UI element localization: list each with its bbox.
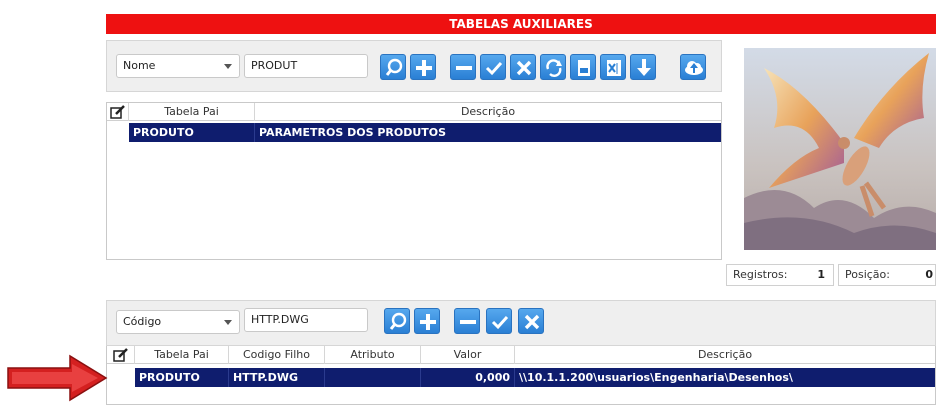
top-search-input[interactable]: PRODUT: [244, 54, 368, 78]
bottom-data-grid: Tabela Pai Codigo Filho Atributo Valor D…: [106, 346, 936, 405]
top-excel-button[interactable]: [600, 54, 626, 80]
column-header-descricao[interactable]: Descrição: [255, 103, 721, 121]
winged-figure-image: [744, 48, 936, 250]
column-header-descricao[interactable]: Descrição: [515, 346, 935, 364]
registros-value: 1: [817, 268, 825, 281]
cell-codigo-filho: HTTP.DWG: [229, 368, 325, 387]
chevron-down-icon: [224, 64, 232, 69]
search-icon: [385, 58, 403, 76]
registros-label: Registros:: [733, 268, 788, 281]
top-remove-button[interactable]: [450, 54, 476, 80]
search-icon: [389, 312, 407, 330]
column-header-tabela-pai[interactable]: Tabela Pai: [129, 103, 255, 121]
bottom-cancel-button[interactable]: [518, 308, 544, 334]
minus-icon: [460, 320, 476, 324]
top-add-button[interactable]: [410, 54, 436, 80]
bottom-filter-select[interactable]: Código: [116, 310, 240, 334]
excel-icon: [607, 60, 621, 76]
bottom-grid-header: Tabela Pai Codigo Filho Atributo Valor D…: [107, 346, 935, 364]
cell-tabela-pai: PRODUTO: [129, 123, 255, 142]
top-filter-select[interactable]: Nome: [116, 54, 240, 78]
top-pdf-button[interactable]: [570, 54, 596, 80]
top-upload-button[interactable]: [680, 54, 706, 80]
close-icon: [524, 314, 540, 330]
cell-atributo: [325, 368, 421, 387]
top-search-button[interactable]: [380, 54, 406, 80]
table-row[interactable]: PRODUTO HTTP.DWG 0,000 \\10.1.1.200\usua…: [135, 368, 935, 387]
product-image: [744, 48, 936, 250]
close-icon: [516, 60, 532, 76]
table-row[interactable]: PRODUTO PARAMETROS DOS PRODUTOS: [129, 123, 721, 142]
edit-column-header[interactable]: [107, 346, 135, 364]
bottom-search-button[interactable]: [384, 308, 410, 334]
bottom-remove-button[interactable]: [454, 308, 480, 334]
cell-tabela-pai: PRODUTO: [135, 368, 229, 387]
cell-valor: 0,000: [421, 368, 515, 387]
refresh-icon: [546, 59, 562, 77]
plus-icon: [420, 314, 436, 330]
top-grid-header: Tabela Pai Descrição: [107, 103, 721, 121]
minus-icon: [456, 66, 472, 70]
check-icon: [491, 315, 509, 330]
top-data-grid: Tabela Pai Descrição PRODUTO PARAMETROS …: [106, 102, 722, 260]
pdf-icon: [578, 60, 590, 76]
posicao-label: Posição:: [845, 268, 890, 281]
top-download-button[interactable]: [630, 54, 656, 80]
check-icon: [485, 61, 503, 76]
upload-cloud-icon: [685, 61, 703, 75]
page-title: TABELAS AUXILIARES: [106, 14, 936, 34]
top-filter-select-value: Nome: [123, 59, 156, 72]
column-header-codigo-filho[interactable]: Codigo Filho: [229, 346, 325, 364]
cell-descricao: PARAMETROS DOS PRODUTOS: [259, 126, 447, 139]
bottom-search-input[interactable]: HTTP.DWG: [244, 308, 368, 332]
bottom-confirm-button[interactable]: [486, 308, 512, 334]
status-posicao: Posição: 0: [838, 264, 936, 286]
edit-icon: [109, 105, 125, 119]
red-arrow-annotation: [7, 354, 108, 402]
plus-icon: [416, 60, 432, 76]
top-confirm-button[interactable]: [480, 54, 506, 80]
posicao-value: 0: [925, 268, 933, 281]
cell-descricao: \\10.1.1.200\usuarios\Engenharia\Desenho…: [519, 371, 793, 384]
status-registros: Registros: 1: [726, 264, 834, 286]
column-header-valor[interactable]: Valor: [421, 346, 515, 364]
column-header-atributo[interactable]: Atributo: [325, 346, 421, 364]
top-cancel-button[interactable]: [510, 54, 536, 80]
edit-icon: [112, 348, 128, 362]
top-refresh-button[interactable]: [540, 54, 566, 80]
bottom-add-button[interactable]: [414, 308, 440, 334]
download-icon: [637, 59, 651, 76]
column-header-tabela-pai[interactable]: Tabela Pai: [135, 346, 229, 364]
edit-column-header[interactable]: [107, 103, 129, 121]
bottom-filter-select-value: Código: [123, 315, 162, 328]
chevron-down-icon: [224, 320, 232, 325]
